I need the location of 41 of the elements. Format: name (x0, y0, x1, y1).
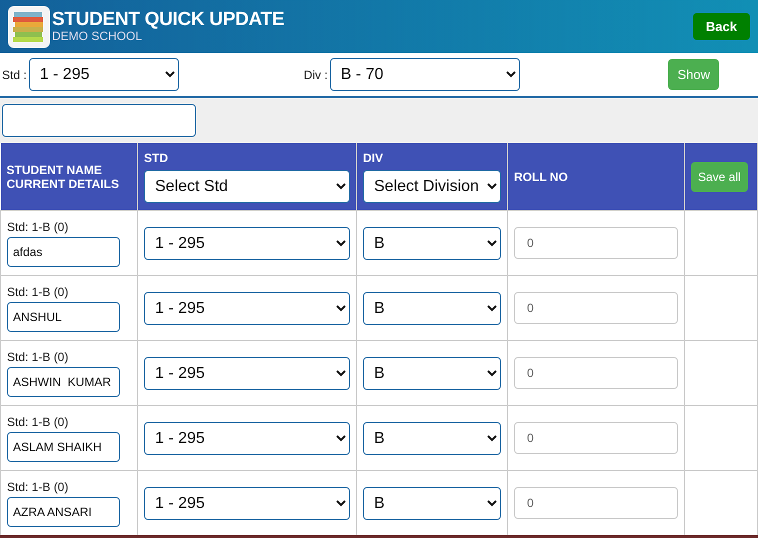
roll-no-field[interactable]: 0 (514, 227, 678, 259)
std-label: Std : (2, 68, 27, 82)
div-select[interactable]: B (363, 226, 501, 260)
current-details: Std: 1-B (0) (7, 350, 70, 364)
roll-no-field[interactable]: 0 (514, 487, 678, 519)
current-details: Std: 1-B (0) (7, 480, 70, 494)
div-label: Div : (304, 68, 328, 82)
div-select[interactable]: B (363, 422, 501, 454)
std-select[interactable]: 1 - 295 (144, 356, 350, 390)
search-field[interactable] (2, 104, 196, 137)
name-field[interactable]: AZRA ANSARI (7, 496, 120, 526)
std-select[interactable]: 1 - 295 (144, 486, 350, 520)
name-field[interactable]: afdas (7, 236, 120, 266)
column-heading: DIV (363, 150, 384, 164)
name-field[interactable]: ANSHUL (7, 302, 120, 332)
column-heading: CURRENT DETAILS (6, 176, 120, 190)
name-field[interactable]: ASLAM SHAIKH (7, 432, 120, 462)
books-icon (8, 6, 50, 48)
std-select[interactable]: 1 - 295 (144, 226, 350, 260)
std-select[interactable]: 1 - 295 (28, 58, 179, 91)
div-select[interactable]: B (363, 356, 501, 390)
std-select[interactable]: 1 - 295 (144, 292, 350, 324)
current-details: Std: 1-B (0) (7, 220, 70, 234)
school-name: DEMO SCHOOL (52, 30, 144, 43)
column-select[interactable]: Select Division (363, 170, 501, 202)
div-select[interactable]: B (363, 486, 501, 520)
std-select[interactable]: 1 - 295 (144, 422, 350, 454)
current-details: Std: 1-B (0) (7, 284, 70, 298)
column-heading: ROLL NO (514, 170, 569, 184)
column-heading: STD (144, 150, 169, 164)
column-heading: STUDENT NAME (6, 162, 103, 176)
column-select[interactable]: Select Std (144, 170, 350, 202)
name-field[interactable]: ASHWIN KUMAR (7, 366, 120, 396)
roll-no-field[interactable]: 0 (514, 422, 678, 454)
back-button[interactable]: Back (692, 13, 750, 40)
roll-no-field[interactable]: 0 (514, 357, 678, 389)
current-details: Std: 1-B (0) (7, 414, 70, 428)
app-title: STUDENT QUICK UPDATE (52, 10, 284, 30)
div-select[interactable]: B - 70 (330, 58, 520, 91)
roll-no-field[interactable]: 0 (514, 292, 678, 324)
div-select[interactable]: B (363, 292, 501, 324)
